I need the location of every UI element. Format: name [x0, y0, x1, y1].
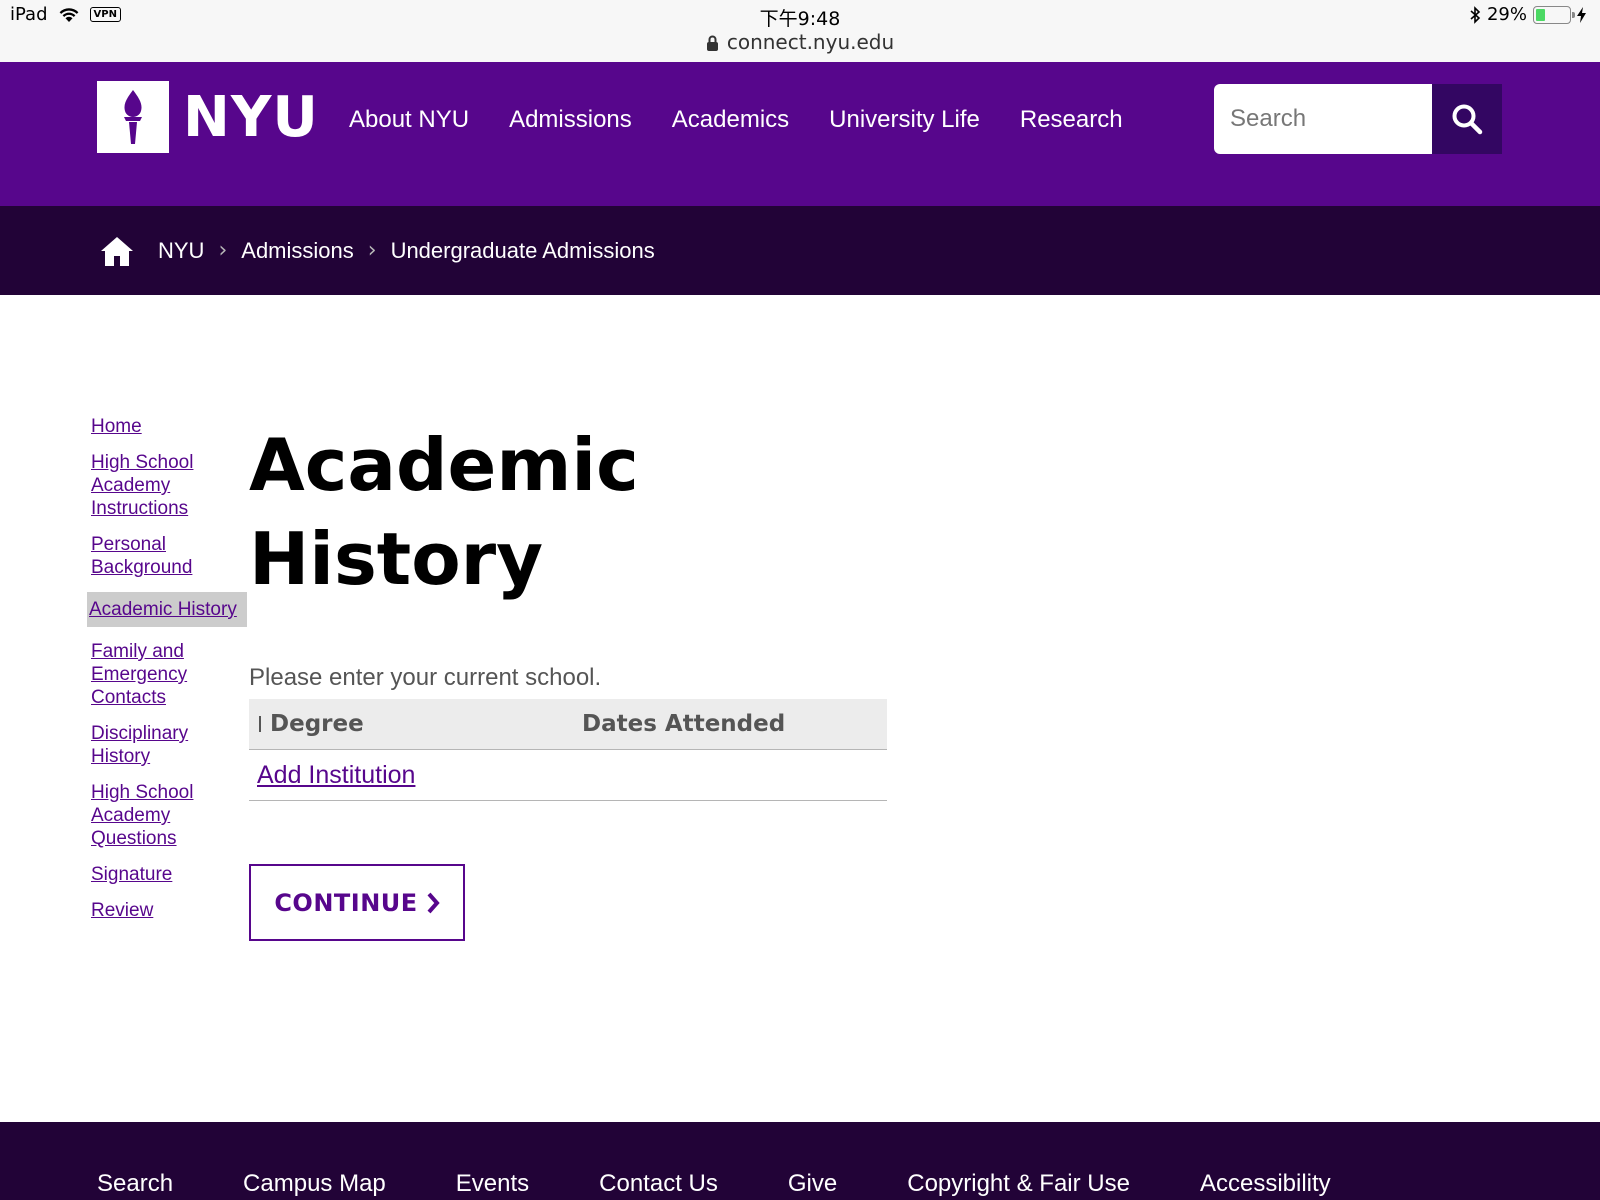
search-icon	[1452, 104, 1483, 135]
add-institution-link[interactable]: Add Institution	[257, 761, 415, 790]
sidebar-item-academic-history[interactable]: Academic History	[87, 592, 247, 627]
battery-icon	[1533, 5, 1575, 24]
sidebar-item-home[interactable]: Home	[89, 415, 247, 438]
site-footer: Search Campus Map Events Contact Us Give…	[0, 1122, 1600, 1200]
sidebar-item-review[interactable]: Review	[89, 899, 247, 922]
nav-academics[interactable]: Academics	[672, 106, 789, 134]
footer-link-search[interactable]: Search	[97, 1170, 173, 1198]
breadcrumb-undergraduate-admissions[interactable]: Undergraduate Admissions	[391, 238, 655, 264]
bluetooth-icon	[1470, 5, 1481, 24]
table-header: Degree Dates Attended	[249, 699, 887, 750]
column-divider	[259, 716, 261, 732]
site-header: NYU About NYU Admissions Academics Unive…	[0, 62, 1600, 206]
sidebar-item-high-school-academy-instructions[interactable]: High School Academy Instructions	[89, 451, 247, 520]
nav-university-life[interactable]: University Life	[829, 106, 980, 134]
school-prompt: Please enter your current school.	[249, 664, 602, 691]
search-button[interactable]	[1432, 84, 1502, 154]
status-right: 29%	[1469, 4, 1586, 25]
footer-link-give[interactable]: Give	[788, 1170, 837, 1198]
column-header-degree: Degree	[270, 711, 364, 737]
footer-link-accessibility[interactable]: Accessibility	[1200, 1170, 1331, 1198]
sidebar-item-high-school-academy-questions[interactable]: High School Academy Questions	[89, 781, 247, 850]
search-input[interactable]	[1214, 84, 1432, 154]
chevron-right-icon	[427, 892, 440, 913]
nyu-wordmark: NYU	[183, 84, 319, 150]
page-title: Academic History	[249, 423, 639, 601]
sidebar-item-signature[interactable]: Signature	[89, 863, 247, 886]
address-bar[interactable]: connect.nyu.edu	[0, 30, 1600, 54]
charging-icon	[1577, 6, 1586, 23]
main-nav: About NYU Admissions Academics Universit…	[349, 106, 1123, 134]
breadcrumb-nyu[interactable]: NYU	[158, 238, 204, 264]
institution-table: Degree Dates Attended Add Institution	[249, 699, 887, 801]
breadcrumb-separator: ›	[367, 238, 377, 263]
battery-percent: 29%	[1486, 4, 1527, 25]
continue-label: CONTINUE	[274, 888, 418, 917]
lock-icon	[706, 35, 718, 51]
breadcrumb-home[interactable]	[100, 235, 134, 267]
search-box	[1214, 84, 1502, 154]
sidebar-item-family-and-emergency-contacts[interactable]: Family and Emergency Contacts	[89, 640, 247, 709]
nav-research[interactable]: Research	[1020, 106, 1123, 134]
footer-link-events[interactable]: Events	[456, 1170, 529, 1198]
url-text: connect.nyu.edu	[726, 30, 895, 54]
footer-link-copyright[interactable]: Copyright & Fair Use	[907, 1170, 1130, 1198]
nav-admissions[interactable]: Admissions	[509, 106, 632, 134]
nyu-logo[interactable]: NYU	[97, 81, 319, 153]
continue-button[interactable]: CONTINUE	[249, 864, 465, 941]
torch-icon	[124, 90, 142, 144]
status-bar: iPad VPN 下午9:48 connect.nyu.edu 29%	[0, 0, 1600, 62]
table-row: Add Institution	[249, 750, 887, 801]
breadcrumb-admissions[interactable]: Admissions	[241, 238, 353, 264]
home-icon	[101, 236, 133, 266]
footer-nav: Search Campus Map Events Contact Us Give…	[97, 1170, 1401, 1198]
sidebar-item-disciplinary-history[interactable]: Disciplinary History	[89, 722, 247, 768]
sidebar-item-personal-background[interactable]: Personal Background	[89, 533, 247, 579]
breadcrumb-separator: ›	[218, 238, 228, 263]
application-sidebar: Home High School Academy Instructions Pe…	[87, 415, 247, 935]
breadcrumb: NYU › Admissions › Undergraduate Admissi…	[0, 206, 1600, 295]
nav-about-nyu[interactable]: About NYU	[349, 106, 469, 134]
column-header-dates-attended: Dates Attended	[582, 711, 786, 737]
footer-link-campus-map[interactable]: Campus Map	[243, 1170, 386, 1198]
status-time: 下午9:48	[759, 8, 841, 30]
footer-link-contact-us[interactable]: Contact Us	[599, 1170, 718, 1198]
battery-level	[1536, 8, 1546, 21]
torch-logo-box	[97, 81, 169, 153]
